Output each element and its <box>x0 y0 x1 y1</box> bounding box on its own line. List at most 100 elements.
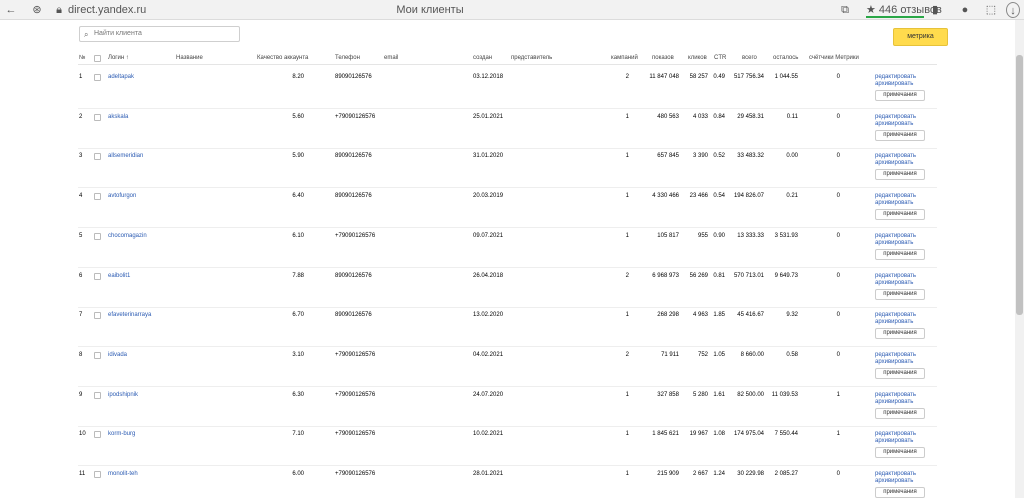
notes-button[interactable]: примечания <box>875 169 925 181</box>
reviews-badge[interactable]: ★ 446 отзывов <box>866 2 942 18</box>
header-quality[interactable]: Качество аккаунта <box>257 55 308 61</box>
header-counters[interactable]: счётчики Метрики <box>809 55 859 61</box>
header-rep[interactable]: представитель <box>511 55 552 61</box>
row-checkbox[interactable] <box>94 312 101 320</box>
edit-link[interactable]: редактировать <box>875 352 916 358</box>
scrollbar-thumb[interactable] <box>1016 55 1023 315</box>
login-link[interactable]: monolit-teh <box>108 471 138 477</box>
bookmark-icon[interactable]: ▮ <box>929 2 941 18</box>
metrika-button[interactable]: метрика <box>893 28 948 46</box>
edit-link[interactable]: редактировать <box>875 392 916 398</box>
shows-value: 1 845 621 <box>652 431 679 438</box>
login-link[interactable]: chocomagazin <box>108 233 147 239</box>
table-row: 9 ipodshipnik 6.30 +79090126576 24.07.20… <box>0 387 1024 427</box>
row-num: 4 <box>79 193 83 200</box>
header-total[interactable]: всего <box>742 55 757 61</box>
phone-value: 89090126576 <box>335 193 372 200</box>
row-checkbox[interactable] <box>94 113 101 121</box>
search-placeholder: Найти клиента <box>94 30 142 37</box>
login-link[interactable]: idivada <box>108 352 127 358</box>
archive-link[interactable]: архивировать <box>875 121 913 127</box>
row-checkbox[interactable] <box>94 391 101 399</box>
notes-button[interactable]: примечания <box>875 487 925 498</box>
header-login[interactable]: Логин ↑ <box>108 55 129 61</box>
edit-link[interactable]: редактировать <box>875 114 916 120</box>
extension-icon[interactable]: ⬚ <box>984 2 998 18</box>
notes-button[interactable]: примечания <box>875 248 925 260</box>
notes-button[interactable]: примечания <box>875 367 925 379</box>
download-icon[interactable]: ↓ <box>1006 2 1020 18</box>
row-checkbox[interactable] <box>94 351 101 359</box>
archive-link[interactable]: архивировать <box>875 478 913 484</box>
edit-link[interactable]: редактировать <box>875 233 916 239</box>
header-clicks[interactable]: кликов <box>688 55 707 61</box>
header-name[interactable]: Название <box>176 55 203 61</box>
counters-value: 0 <box>836 153 840 160</box>
login-link[interactable]: adeltapak <box>108 74 134 80</box>
login-link[interactable]: akskala <box>108 114 128 120</box>
clicks-value: 56 269 <box>689 272 708 279</box>
edit-link[interactable]: редактировать <box>875 431 916 437</box>
archive-link[interactable]: архивировать <box>875 399 913 405</box>
row-checkbox[interactable] <box>94 193 101 201</box>
edit-link[interactable]: редактировать <box>875 471 916 477</box>
archive-link[interactable]: архивировать <box>875 319 913 325</box>
archive-link[interactable]: архивировать <box>875 280 913 286</box>
table-row: 11 monolit-teh 6.00 +79090126576 28.01.2… <box>0 466 1024 498</box>
header-created[interactable]: создан <box>473 55 492 61</box>
row-checkbox[interactable] <box>94 471 101 478</box>
notes-button[interactable]: примечания <box>875 209 925 221</box>
address-bar[interactable]: direct.yandex.ru <box>68 2 188 18</box>
account-icon[interactable]: ● <box>958 2 972 18</box>
header-left[interactable]: осталось <box>773 55 798 61</box>
login-link[interactable]: efaveterinarraya <box>108 312 151 318</box>
search-input[interactable]: ⌕ Найти клиента <box>79 26 240 42</box>
header-campaigns[interactable]: кампаний <box>611 55 638 61</box>
header-shows[interactable]: показов <box>652 55 674 61</box>
row-checkbox[interactable] <box>94 272 101 280</box>
header-phone[interactable]: Телефон <box>335 55 360 61</box>
shows-value: 657 845 <box>657 153 679 160</box>
notes-button[interactable]: примечания <box>875 407 925 419</box>
phone-value: 89090126576 <box>335 74 372 80</box>
archive-link[interactable]: архивировать <box>875 359 913 365</box>
notes-button[interactable]: примечания <box>875 129 925 141</box>
edit-link[interactable]: редактировать <box>875 273 916 279</box>
left-value: 2 085.27 <box>774 471 798 477</box>
tabs-icon[interactable]: ⧉ <box>838 2 852 18</box>
shield-icon[interactable]: ⊛ <box>30 2 44 18</box>
header-ctr[interactable]: CTR <box>714 55 726 61</box>
counters-value: 0 <box>836 232 840 239</box>
login-link[interactable]: allsemeridian <box>108 153 143 159</box>
login-link[interactable]: ipodshipnik <box>108 392 138 398</box>
login-link[interactable]: korm-burg <box>108 431 135 437</box>
edit-link[interactable]: редактировать <box>875 312 916 318</box>
row-checkbox[interactable] <box>94 232 101 240</box>
left-value: 9 649.73 <box>774 272 798 279</box>
edit-link[interactable]: редактировать <box>875 74 916 80</box>
archive-link[interactable]: архивировать <box>875 160 913 166</box>
row-checkbox[interactable] <box>94 74 101 81</box>
login-link[interactable]: eaibolit1 <box>108 273 130 279</box>
archive-link[interactable]: архивировать <box>875 81 913 87</box>
row-num: 5 <box>79 232 83 239</box>
row-checkbox[interactable] <box>94 153 101 161</box>
edit-link[interactable]: редактировать <box>875 153 916 159</box>
back-icon[interactable]: ← <box>4 2 18 18</box>
ctr-value: 1.24 <box>713 471 725 477</box>
header-email[interactable]: email <box>384 55 398 61</box>
notes-button[interactable]: примечания <box>875 288 925 300</box>
archive-link[interactable]: архивировать <box>875 200 913 206</box>
archive-link[interactable]: архивировать <box>875 438 913 444</box>
notes-button[interactable]: примечания <box>875 447 925 459</box>
archive-link[interactable]: архивировать <box>875 240 913 246</box>
select-all-checkbox[interactable] <box>94 55 101 62</box>
phone-value: +79090126576 <box>335 351 376 358</box>
row-checkbox[interactable] <box>94 431 101 439</box>
edit-link[interactable]: редактировать <box>875 193 916 199</box>
notes-button[interactable]: примечания <box>875 328 925 340</box>
notes-button[interactable]: примечания <box>875 90 925 101</box>
clicks-value: 3 390 <box>692 153 708 160</box>
total-value: 517 756.34 <box>733 74 764 80</box>
login-link[interactable]: avtofurgon <box>108 193 136 199</box>
